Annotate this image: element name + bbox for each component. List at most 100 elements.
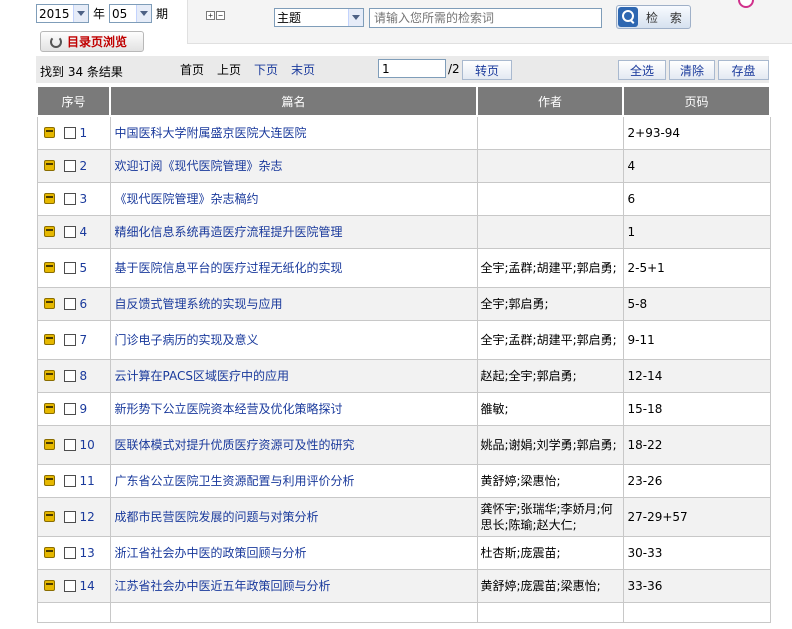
folder-icon[interactable] — [43, 297, 55, 309]
row-number[interactable]: 7 — [80, 333, 88, 347]
article-title-link[interactable]: 欢迎订阅《现代医院管理》杂志 — [115, 159, 283, 173]
search-icon — [618, 7, 638, 27]
folder-icon[interactable] — [43, 402, 55, 414]
pages-cell: 2-5+1 — [622, 247, 771, 288]
article-title-link[interactable]: 基于医院信息平台的医疗过程无纸化的实现 — [115, 261, 343, 275]
row-number-cell: 13 — [36, 535, 111, 570]
row-checkbox[interactable] — [63, 474, 76, 487]
row-checkbox[interactable] — [63, 579, 76, 592]
folder-icon[interactable] — [43, 546, 55, 558]
authors-cell: 雒敏; — [476, 391, 624, 426]
folder-icon[interactable] — [43, 225, 55, 237]
catalog-browse-label: 目录页浏览 — [67, 35, 128, 49]
row-checkbox[interactable] — [63, 333, 76, 346]
article-title-link[interactable]: 新形势下公立医院资本经营及优化策略探讨 — [115, 402, 343, 416]
last-page-link[interactable]: 末页 — [291, 61, 315, 78]
row-number[interactable]: 3 — [80, 192, 88, 206]
help-icon[interactable] — [738, 0, 754, 8]
article-title-link[interactable]: 精细化信息系统再造医疗流程提升医院管理 — [115, 225, 343, 239]
row-checkbox[interactable] — [63, 159, 76, 172]
pages-cell: 18-22 — [622, 424, 771, 465]
row-number[interactable]: 10 — [80, 438, 95, 452]
folder-icon[interactable] — [43, 369, 55, 381]
row-number[interactable]: 11 — [80, 474, 95, 488]
article-title-link[interactable]: 云计算在PACS区域医疗中的应用 — [115, 369, 289, 383]
row-checkbox[interactable] — [63, 261, 76, 274]
goto-page-button[interactable]: 转页 — [462, 60, 512, 80]
save-button[interactable]: 存盘 — [718, 60, 769, 80]
article-title-link[interactable]: 成都市民营医院发展的问题与对策分析 — [115, 510, 319, 524]
title-cell: 江苏省社会办中医近五年政策回顾与分析 — [109, 568, 478, 603]
folder-icon[interactable] — [43, 126, 55, 138]
row-checkbox[interactable] — [63, 225, 76, 238]
article-title-link[interactable]: 浙江省社会办中医的政策回顾与分析 — [115, 546, 307, 560]
remove-condition-icon[interactable]: − — [216, 11, 225, 20]
folder-icon[interactable] — [43, 261, 55, 273]
chevron-down-icon[interactable] — [73, 5, 88, 22]
row-number[interactable]: 6 — [80, 297, 88, 311]
title-cell: 《现代医院管理》杂志稿约 — [109, 181, 478, 216]
select-all-button[interactable]: 全选 — [618, 60, 666, 80]
chevron-down-icon[interactable] — [136, 5, 152, 22]
page-number-input[interactable] — [378, 59, 446, 78]
row-checkbox[interactable] — [63, 438, 76, 451]
prev-page-link[interactable]: 上页 — [217, 61, 241, 78]
article-title-link[interactable]: 门诊电子病历的实现及意义 — [115, 333, 259, 347]
folder-icon[interactable] — [43, 579, 55, 591]
folder-icon[interactable] — [43, 474, 55, 486]
article-title-link[interactable]: 自反馈式管理系统的实现与应用 — [115, 297, 283, 311]
year-select[interactable]: 2015 — [36, 4, 89, 23]
year-select-value: 2015 — [39, 6, 70, 21]
article-title-link[interactable]: 医联体模式对提升优质医疗资源可及性的研究 — [115, 438, 355, 452]
title-cell: 门诊电子病历的实现及意义 — [109, 319, 478, 360]
row-number[interactable]: 12 — [80, 510, 95, 524]
row-number[interactable]: 14 — [80, 579, 95, 593]
row-checkbox[interactable] — [63, 369, 76, 382]
search-button[interactable]: 检 索 — [616, 5, 691, 29]
table-row: 13 浙江省社会办中医的政策回顾与分析 杜杏斯;庞震苗; 30-33 — [36, 535, 771, 570]
pages-cell: 4 — [622, 148, 771, 183]
article-title-link[interactable]: 江苏省社会办中医近五年政策回顾与分析 — [115, 579, 331, 593]
search-input[interactable] — [369, 8, 602, 28]
folder-icon[interactable] — [43, 333, 55, 345]
row-checkbox[interactable] — [63, 192, 76, 205]
article-title-link[interactable]: 《现代医院管理》杂志稿约 — [115, 192, 259, 206]
row-number-cell: 2 — [36, 148, 111, 183]
first-page-link[interactable]: 首页 — [180, 61, 204, 78]
add-condition-icon[interactable]: + — [206, 11, 215, 20]
title-cell: 新形势下公立医院资本经营及优化策略探讨 — [109, 391, 478, 426]
title-cell: 浙江省社会办中医的政策回顾与分析 — [109, 535, 478, 570]
article-title-link[interactable]: 广东省公立医院卫生资源配置与利用评价分析 — [115, 474, 355, 488]
chevron-down-icon[interactable] — [348, 9, 363, 26]
row-number[interactable]: 2 — [80, 159, 88, 173]
clear-button[interactable]: 清除 — [669, 60, 715, 80]
row-number[interactable]: 13 — [80, 546, 95, 560]
row-checkbox[interactable] — [63, 126, 76, 139]
search-field-select[interactable]: 主题 — [274, 8, 364, 27]
row-number[interactable]: 8 — [80, 369, 88, 383]
authors-cell: 全宇;孟群;胡建平;郭启勇; — [476, 319, 624, 360]
authors-cell: 黄舒婷;梁惠怡; — [476, 463, 624, 498]
row-number[interactable]: 9 — [80, 402, 88, 416]
row-number[interactable]: 1 — [80, 126, 88, 140]
folder-icon[interactable] — [43, 510, 55, 522]
table-row — [36, 601, 771, 623]
next-page-link[interactable]: 下页 — [254, 61, 278, 78]
folder-icon[interactable] — [43, 438, 55, 450]
folder-icon[interactable] — [43, 192, 55, 204]
folder-icon[interactable] — [43, 159, 55, 171]
issue-select[interactable]: 05 — [109, 4, 153, 23]
row-number[interactable]: 4 — [80, 225, 88, 239]
row-checkbox[interactable] — [63, 546, 76, 559]
table-row: 14 江苏省社会办中医近五年政策回顾与分析 黄舒婷;庞震苗;梁惠怡; 33-36 — [36, 568, 771, 603]
row-number-cell: 11 — [36, 463, 111, 498]
row-checkbox[interactable] — [63, 297, 76, 310]
row-number[interactable]: 5 — [80, 261, 88, 275]
catalog-browse-button[interactable]: 目录页浏览 — [40, 31, 144, 52]
row-checkbox[interactable] — [63, 510, 76, 523]
title-cell: 自反馈式管理系统的实现与应用 — [109, 286, 478, 321]
row-checkbox[interactable] — [63, 402, 76, 415]
article-title-link[interactable]: 中国医科大学附属盛京医院大连医院 — [115, 126, 307, 140]
title-cell: 基于医院信息平台的医疗过程无纸化的实现 — [109, 247, 478, 288]
authors-cell: 赵起;全宇;郭启勇; — [476, 358, 624, 393]
